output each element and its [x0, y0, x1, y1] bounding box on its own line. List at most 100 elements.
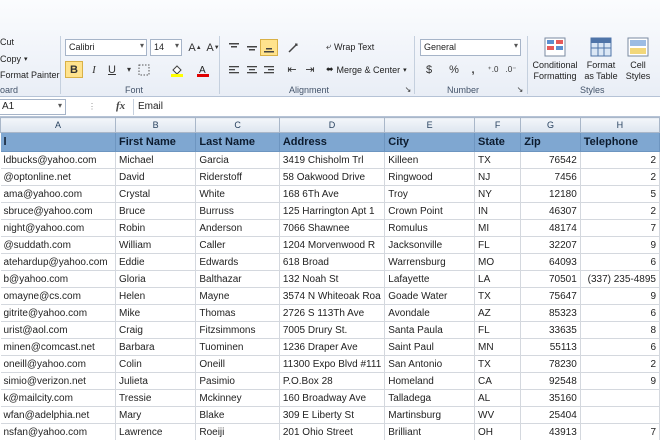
- copy-button[interactable]: Copy ▾: [0, 54, 28, 64]
- table-cell[interactable]: 33635: [520, 321, 581, 339]
- table-cell[interactable]: Riderstoff: [195, 168, 280, 186]
- table-cell[interactable]: gitrite@yahoo.com: [0, 304, 117, 322]
- table-cell[interactable]: LA: [474, 270, 522, 288]
- table-cell[interactable]: 3574 N Whiteoak Roa: [278, 287, 386, 305]
- table-cell[interactable]: Thomas: [195, 304, 280, 322]
- column-header-c[interactable]: C: [195, 117, 280, 133]
- table-cell[interactable]: Mckinney: [195, 389, 280, 407]
- table-cell[interactable]: 7: [579, 219, 660, 237]
- table-cell[interactable]: 7066 Shawnee: [278, 219, 386, 237]
- table-cell[interactable]: minen@comcast.net: [0, 338, 117, 356]
- table-cell[interactable]: 7: [579, 423, 660, 440]
- dialog-launcher-icon[interactable]: ↘: [514, 83, 526, 95]
- table-cell[interactable]: P.O.Box 28: [278, 372, 386, 390]
- table-cell[interactable]: Bruce: [115, 202, 197, 220]
- table-header-cell[interactable]: Zip: [520, 132, 581, 152]
- italic-button[interactable]: I: [85, 61, 103, 78]
- table-cell[interactable]: TX: [474, 151, 522, 169]
- table-cell[interactable]: b@yahoo.com: [0, 270, 117, 288]
- table-cell[interactable]: 9: [579, 236, 660, 254]
- table-cell[interactable]: Colin: [115, 355, 197, 373]
- table-cell[interactable]: urist@aol.com: [0, 321, 117, 339]
- name-box[interactable]: A1 ▾: [0, 99, 66, 115]
- table-cell[interactable]: CA: [474, 372, 522, 390]
- table-cell[interactable]: night@yahoo.com: [0, 219, 117, 237]
- table-cell[interactable]: Pasimio: [195, 372, 280, 390]
- underline-button[interactable]: U: [103, 61, 121, 78]
- table-cell[interactable]: [579, 389, 660, 407]
- table-cell[interactable]: [579, 406, 660, 424]
- font-color-icon[interactable]: A: [194, 61, 212, 78]
- table-cell[interactable]: Lafayette: [384, 270, 476, 288]
- table-cell[interactable]: 25404: [520, 406, 581, 424]
- table-cell[interactable]: 55113: [520, 338, 581, 356]
- table-cell[interactable]: Robin: [115, 219, 197, 237]
- table-cell[interactable]: William: [115, 236, 197, 254]
- font-family-combo[interactable]: Calibri ▾: [65, 39, 147, 56]
- table-cell[interactable]: Balthazar: [195, 270, 280, 288]
- table-cell[interactable]: WV: [474, 406, 522, 424]
- table-cell[interactable]: 3419 Chisholm Trl: [278, 151, 386, 169]
- table-cell[interactable]: Lawrence: [115, 423, 197, 440]
- table-cell[interactable]: 9: [579, 287, 660, 305]
- column-header-a[interactable]: A: [0, 117, 117, 133]
- table-cell[interactable]: omayne@cs.com: [0, 287, 117, 305]
- table-cell[interactable]: 78230: [520, 355, 581, 373]
- table-cell[interactable]: Killeen: [384, 151, 476, 169]
- align-bottom-icon[interactable]: [260, 39, 278, 56]
- table-header-cell[interactable]: State: [474, 132, 522, 152]
- table-cell[interactable]: Oneill: [195, 355, 280, 373]
- table-cell[interactable]: Garcia: [195, 151, 280, 169]
- table-cell[interactable]: IN: [474, 202, 522, 220]
- table-cell[interactable]: 1236 Draper Ave: [278, 338, 386, 356]
- table-cell[interactable]: Roeiji: [195, 423, 280, 440]
- table-cell[interactable]: White: [195, 185, 280, 203]
- number-format-combo[interactable]: General ▾: [420, 39, 521, 56]
- table-cell[interactable]: 64093: [520, 253, 581, 271]
- table-cell[interactable]: FL: [474, 321, 522, 339]
- align-center-icon[interactable]: [243, 61, 261, 78]
- table-cell[interactable]: 46307: [520, 202, 581, 220]
- table-cell[interactable]: Santa Paula: [384, 321, 476, 339]
- table-cell[interactable]: 70501: [520, 270, 581, 288]
- table-cell[interactable]: 9: [579, 372, 660, 390]
- cell-styles-button[interactable]: Cell Styles: [620, 37, 656, 84]
- table-cell[interactable]: 75647: [520, 287, 581, 305]
- formula-bar-splitter[interactable]: ⋮: [88, 102, 96, 112]
- table-cell[interactable]: 309 E Liberty St: [278, 406, 386, 424]
- table-cell[interactable]: 32207: [520, 236, 581, 254]
- table-cell[interactable]: TX: [474, 355, 522, 373]
- table-cell[interactable]: 6: [579, 253, 660, 271]
- table-cell[interactable]: 6: [579, 304, 660, 322]
- table-cell[interactable]: k@mailcity.com: [0, 389, 117, 407]
- table-cell[interactable]: Fitzsimmons: [195, 321, 280, 339]
- table-cell[interactable]: Mike: [115, 304, 197, 322]
- decrease-decimal-icon[interactable]: .0⁻: [502, 61, 520, 78]
- table-cell[interactable]: Tuominen: [195, 338, 280, 356]
- table-cell[interactable]: OH: [474, 423, 522, 440]
- table-cell[interactable]: Blake: [195, 406, 280, 424]
- decrease-indent-icon[interactable]: ⇤: [283, 61, 301, 78]
- table-cell[interactable]: 168 6Th Ave: [278, 185, 386, 203]
- table-cell[interactable]: 160 Broadway Ave: [278, 389, 386, 407]
- table-cell[interactable]: Troy: [384, 185, 476, 203]
- table-cell[interactable]: 85323: [520, 304, 581, 322]
- increase-decimal-icon[interactable]: ⁺.0: [484, 61, 502, 78]
- align-top-icon[interactable]: [225, 39, 243, 56]
- table-cell[interactable]: Mayne: [195, 287, 280, 305]
- table-cell[interactable]: oneill@yahoo.com: [0, 355, 117, 373]
- table-cell[interactable]: 201 Ohio Street: [278, 423, 386, 440]
- table-cell[interactable]: Romulus: [384, 219, 476, 237]
- table-cell[interactable]: AZ: [474, 304, 522, 322]
- table-cell[interactable]: FL: [474, 236, 522, 254]
- table-cell[interactable]: 35160: [520, 389, 581, 407]
- table-cell[interactable]: 48174: [520, 219, 581, 237]
- table-cell[interactable]: Avondale: [384, 304, 476, 322]
- table-header-cell[interactable]: Address: [278, 132, 386, 152]
- table-cell[interactable]: 1204 Morvenwood R: [278, 236, 386, 254]
- table-cell[interactable]: @suddath.com: [0, 236, 117, 254]
- table-cell[interactable]: Craig: [115, 321, 197, 339]
- table-cell[interactable]: Gloria: [115, 270, 197, 288]
- table-header-cell[interactable]: City: [384, 132, 476, 152]
- table-cell[interactable]: NY: [474, 185, 522, 203]
